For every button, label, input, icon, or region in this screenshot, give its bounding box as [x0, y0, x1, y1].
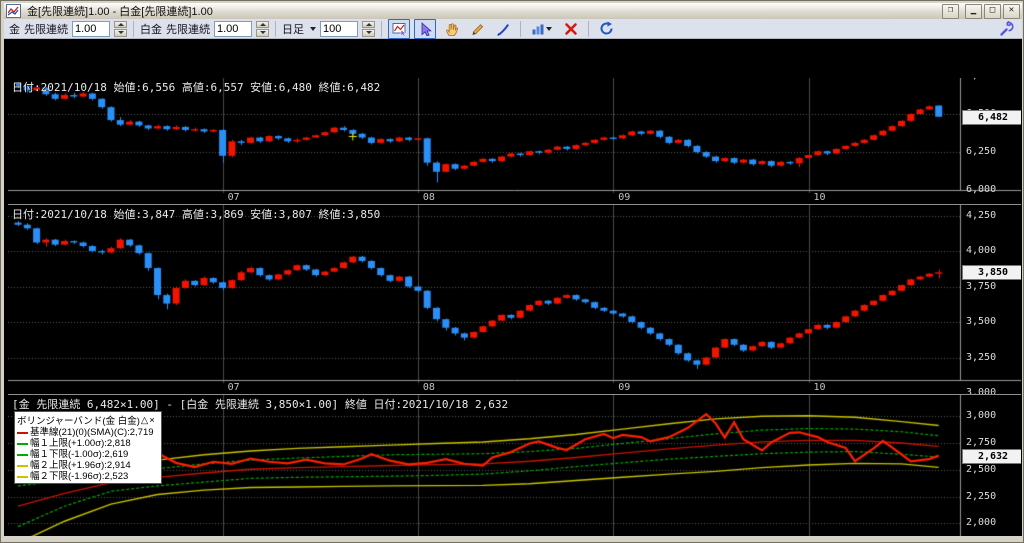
maximize-button[interactable]: □ [984, 3, 1001, 19]
y-axis-label: 6,000 [966, 184, 997, 195]
legend-swatch [17, 453, 28, 456]
pointer-arrow-icon [421, 21, 432, 36]
gold-ratio-input[interactable] [72, 20, 110, 37]
y-axis-label: 3,750 [966, 281, 997, 292]
toolbar-separator [133, 20, 134, 37]
chart-application-window: 金[先限連続]1.00 - 白金[先限連続]1.00 ❐ ▁ □ ✕ 金 先限連… [0, 0, 1024, 543]
gold-last-price-badge: 6,482 [962, 110, 1021, 125]
indicator-chart-menu-button[interactable] [527, 19, 556, 39]
remove-chart-tool-button[interactable] [560, 19, 582, 39]
refresh-icon [600, 21, 613, 35]
x-axis-month-label: 09 [618, 192, 631, 203]
pan-hand-tool-button[interactable] [440, 19, 462, 39]
y-axis-label: 3,000 [966, 387, 997, 394]
x-axis-month-label: 09 [618, 382, 631, 393]
platinum-last-price-badge: 3,850 [962, 265, 1021, 280]
legend-swatch [17, 475, 28, 478]
bar-count-stepper[interactable] [362, 20, 375, 37]
x-axis-month-label: 08 [422, 192, 435, 203]
legend-swatch [17, 431, 28, 434]
titlebar[interactable]: 金[先限連続]1.00 - 白金[先限連続]1.00 ❐ ▁ □ ✕ [4, 3, 1022, 19]
gold-series-label: 先限連続 [24, 23, 68, 36]
y-axis-label: 3,250 [966, 352, 997, 363]
red-x-icon [565, 22, 577, 35]
hand-icon [446, 22, 458, 36]
y-axis-label: 6,250 [966, 146, 997, 157]
toolbar: 金 先限連続 白金 先限連続 日足 [4, 18, 1022, 39]
legend-item: 幅２下限(-1.96σ):2,523 [17, 471, 159, 482]
x-axis-month-label: 10 [813, 192, 826, 203]
legend-item: 幅１上限(+1.00σ):2,818 [17, 438, 159, 449]
period-dropdown-icon[interactable] [310, 26, 316, 31]
gold-chart-canvas[interactable] [8, 78, 1021, 204]
platinum-ratio-stepper[interactable] [256, 20, 269, 37]
legend-item: 幅２上限(+1.96σ):2,914 [17, 460, 159, 471]
bar-chart-icon [532, 24, 544, 34]
platinum-chart-pane: 日付:2021/10/18 始値:3,847 高値:3,869 安値:3,807… [8, 204, 1021, 394]
pen-draw-tool-button[interactable] [492, 19, 514, 39]
pen-icon [497, 23, 510, 36]
legend-swatch [17, 464, 28, 467]
legend-item: 幅１下限(-1.00σ):2,619 [17, 449, 159, 460]
wrench-icon [999, 21, 1014, 36]
toolbar-separator [588, 20, 589, 37]
gold-ratio-stepper[interactable] [114, 20, 127, 37]
platinum-symbol-label: 白金 [140, 23, 162, 36]
spread-last-price-badge: 2,632 [962, 449, 1021, 464]
chart-cursor-tool-button[interactable] [388, 18, 410, 39]
spread-chart-pane: [金 先限連続 6,482×1.00] - [白金 先限連続 3,850×1.0… [8, 394, 1021, 542]
bar-count-input[interactable] [320, 20, 358, 37]
duplicate-window-button[interactable]: ❐ [942, 3, 959, 19]
x-axis-month-label: 07 [227, 382, 240, 393]
y-axis-label: 3,500 [966, 316, 997, 327]
legend-close-button[interactable]: × [149, 415, 155, 426]
platinum-series-label: 先限連続 [166, 23, 210, 36]
legend-item: 基準線(21)(0)(SMA)(C):2,719 [17, 427, 159, 438]
toolbar-separator [275, 20, 276, 37]
refresh-button[interactable] [595, 19, 617, 39]
gold-chart-pane: 日付:2021/10/18 始値:6,556 高値:6,557 安値:6,480… [8, 78, 1021, 204]
window-title: 金[先限連続]1.00 - 白金[先限連続]1.00 [27, 6, 213, 18]
chart-area: 日付:2021/10/18 始値:6,556 高値:6,557 安値:6,480… [4, 39, 1022, 542]
indicator-menu-dropdown-icon [546, 26, 552, 31]
y-axis-label: 2,250 [966, 491, 997, 502]
app-chart-icon [6, 4, 21, 18]
x-axis-month-label: 07 [227, 192, 240, 203]
y-axis-label: 2,500 [966, 464, 997, 475]
pencil-draw-tool-button[interactable] [466, 19, 488, 39]
x-axis-month-label: 10 [813, 382, 826, 393]
x-axis-month-label: 08 [422, 382, 435, 393]
y-axis-label: 2,000 [966, 517, 997, 528]
legend-swatch [17, 442, 28, 445]
pencil-icon [472, 23, 484, 35]
y-axis-label: 3,000 [966, 410, 997, 421]
toolbar-separator [520, 20, 521, 37]
legend-collapse-button[interactable]: △ [141, 415, 148, 426]
legend-title: ボリンジャーバンド(金 白金) [17, 416, 140, 427]
indicator-legend: ボリンジャーバンド(金 白金) △ × 基準線(21)(0)(SMA)(C):2… [14, 411, 162, 484]
minimize-button[interactable]: ▁ [965, 3, 982, 19]
gold-ohlc-info: 日付:2021/10/18 始値:6,556 高値:6,557 安値:6,480… [12, 81, 381, 94]
y-axis-label: 4,250 [966, 210, 997, 221]
toolbar-separator [381, 20, 382, 37]
y-axis-label: 4,000 [966, 245, 997, 256]
platinum-chart-canvas[interactable] [8, 205, 1021, 394]
settings-button[interactable] [995, 19, 1017, 39]
y-axis-label: 6,750 [966, 78, 996, 81]
period-select-label[interactable]: 日足 [282, 21, 304, 37]
spread-info: [金 先限連続 6,482×1.00] - [白金 先限連続 3,850×1.0… [12, 398, 509, 411]
close-button[interactable]: ✕ [1003, 3, 1020, 19]
y-axis-label: 2,750 [966, 437, 997, 448]
pointer-tool-button[interactable] [414, 18, 436, 39]
platinum-ohlc-info: 日付:2021/10/18 始値:3,847 高値:3,869 安値:3,807… [12, 208, 381, 221]
chart-cursor-icon [392, 22, 406, 36]
platinum-ratio-input[interactable] [214, 20, 252, 37]
window-bottom-edge [4, 536, 1022, 542]
gold-symbol-label: 金 [9, 23, 20, 36]
